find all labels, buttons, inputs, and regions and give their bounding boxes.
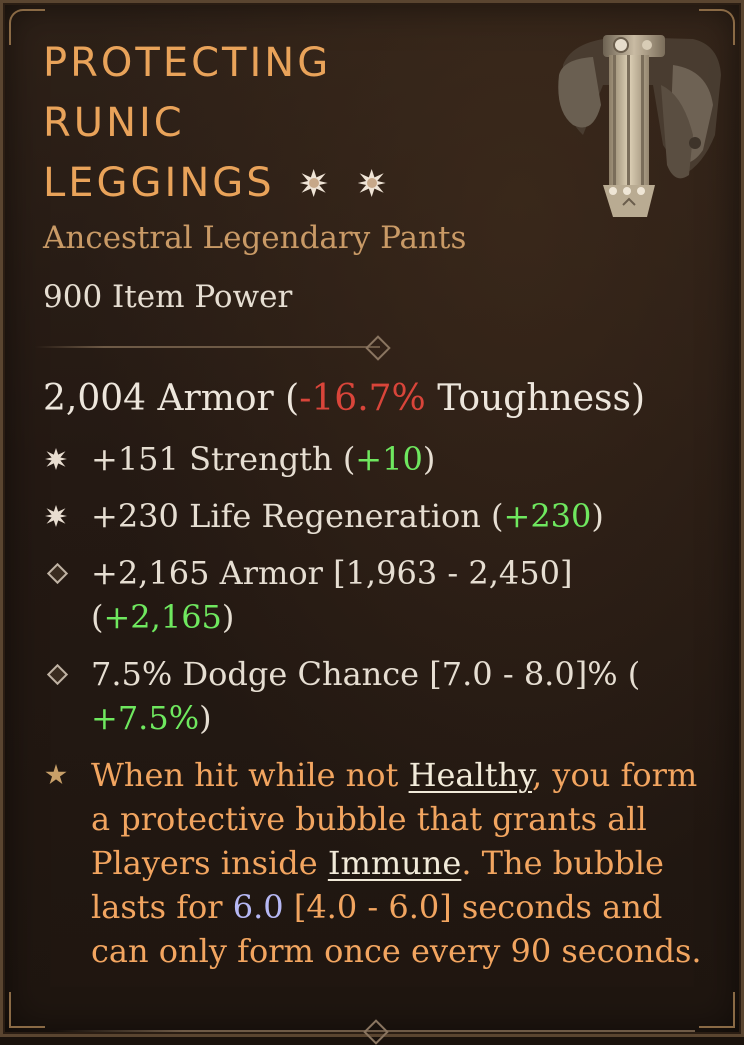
item-type: Ancestral Legendary Pants [43,220,467,256]
affix-row: 7.5% Dodge Chance [7.0 - 8.0]% ( +7.5%) [43,652,723,740]
affix-text: +2,165 Armor [1,963 - 2,450] [91,554,573,592]
affix-close-paren: ) [422,440,436,478]
divider-diamond-icon [365,335,391,361]
diamond-icon [46,663,69,686]
toughness-delta: -16.7% [299,378,426,419]
affix-text: +151 Strength [91,440,343,478]
leggings-item-icon [558,35,721,217]
armor-open-paren: ( [273,378,300,419]
affix-text: +230 Life Regeneration [91,497,492,535]
keyword-immune[interactable]: Immune [328,844,461,882]
aspect-value: 6.0 [232,888,284,926]
affix-close-paren: ) [221,598,235,636]
frame-corner [699,992,735,1028]
divider-diamond-icon [363,1019,389,1045]
item-tooltip: PROTECTING RUNIC LEGGINGS Ancestral Lege… [0,0,744,1045]
affix-row: +151 Strength (+10) [43,437,723,481]
toughness-label: Toughness) [425,378,645,419]
socket-gem-icon [355,166,389,200]
item-power: 900 Item Power [43,279,293,315]
frame-corner [9,992,45,1028]
affix-row: +2,165 Armor [1,963 - 2,450] (+2,165) [43,551,723,639]
item-title-line: PROTECTING [43,40,332,86]
affix-open-paren: ( [627,655,641,693]
affix-open-paren: ( [91,598,104,636]
socket-gem-icon [297,166,331,200]
star-icon [45,764,67,785]
item-title: PROTECTING RUNIC LEGGINGS [43,33,483,213]
affix-text: 7.5% Dodge Chance [7.0 - 8.0]% [91,655,628,693]
affix-delta: +7.5% [91,699,200,737]
item-title-line: RUNIC [43,100,185,146]
aspect-text: When hit while not [91,756,409,794]
item-title-word: LEGGINGS [43,160,275,206]
keyword-healthy[interactable]: Healthy [409,756,532,794]
affix-row: +230 Life Regeneration (+230) [43,494,723,538]
affix-close-paren: ) [591,497,604,535]
armor-value: 2,004 Armor [43,378,274,419]
starburst-icon [45,448,67,470]
section-divider [35,346,380,348]
diamond-icon [46,562,69,585]
affix-delta: +10 [355,440,423,478]
armor-stat: 2,004 Armor (-16.7% Toughness) [43,375,645,423]
starburst-icon [45,505,67,527]
frame-corner [9,9,45,45]
item-title-line: LEGGINGS [43,153,483,213]
affix-open-paren: ( [342,440,356,478]
affix-list: +151 Strength (+10) +230 Life Regenerati… [43,437,723,973]
affix-open-paren: ( [491,497,504,535]
affix-close-paren: ) [199,699,212,737]
affix-delta: +2,165 [103,598,222,636]
affix-delta: +230 [503,497,592,535]
legendary-aspect: When hit while not Healthy, you form a p… [43,753,723,973]
